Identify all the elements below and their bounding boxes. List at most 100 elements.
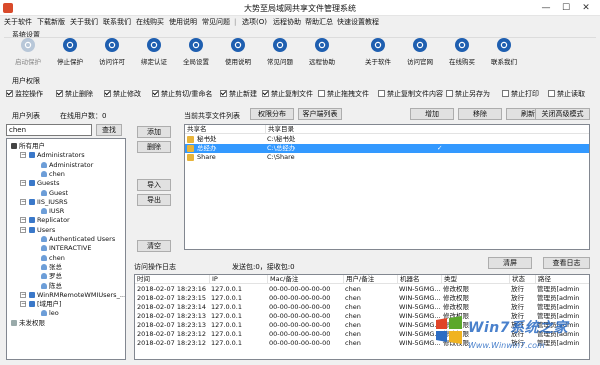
tree-expander-icon[interactable]: − [20,291,26,298]
export-button[interactable]: 导出 [137,194,171,206]
log-row[interactable]: 2018-02-07 18:23:13 127.0.0.1 00-00-00-00-… [135,312,589,321]
tree-node[interactable]: 未发权限 [11,319,45,327]
share-name-column-header[interactable]: 共享名 [185,125,265,134]
tree-node[interactable]: IUSR [41,207,64,215]
permission-checkbox[interactable]: 禁止删除 [56,89,93,99]
menu-download[interactable]: 下载新版 [37,17,65,27]
permission-checkbox[interactable]: 监控操作 [6,89,43,99]
tree-node[interactable]: 所有用户 [11,142,45,150]
log-col-machine[interactable]: 机器名 [397,275,441,284]
toolbar-remote-button[interactable]: 远程协助 [302,38,342,72]
permission-checkbox[interactable]: 禁止另存为 [446,89,490,99]
toolbar-play-button[interactable]: 启动保护 [8,38,48,72]
tree-expander-icon[interactable]: − [20,180,26,187]
clear-users-button[interactable]: 清空 [137,240,171,252]
share-row[interactable]: 总经办 C:\总经办 ✓ [185,144,589,153]
checkbox-box[interactable] [378,90,385,97]
remove-share-button[interactable]: 移除 [458,108,502,120]
menu-buy-online[interactable]: 在线购买 [136,17,164,27]
log-col-ip[interactable]: IP [209,275,267,284]
access-log-table[interactable]: 时间 IP Mac/备注 用户/备注 机器名 类型 状态 路径 2018-02-… [134,274,590,360]
permission-checkbox[interactable]: 禁止剪切/重命名 [152,89,212,99]
checkbox-box[interactable] [220,90,227,97]
tree-node[interactable]: 张总 [41,263,62,271]
menu-remote-assist[interactable]: 远程协助 [273,17,301,27]
share-list[interactable]: 共享名 共享目录 秘书处 C:\秘书处 总经办 C:\总经办 ✓ Share C:\Shar… [184,124,590,250]
menu-instructions[interactable]: 使用说明 [169,17,197,27]
import-button[interactable]: 导入 [137,179,171,191]
tree-node[interactable]: Administrator [41,161,93,169]
delete-user-button[interactable]: 删除 [137,141,171,153]
checkbox-box[interactable] [104,90,111,97]
tree-node[interactable]: chen [41,170,65,178]
user-tree[interactable]: 所有用户 Administrators − Administrator chen Gues… [6,138,126,360]
log-row[interactable]: 2018-02-07 18:23:12 127.0.0.1 00-00-00-00-… [135,330,589,339]
tree-node[interactable]: 罗总 [41,272,62,280]
add-share-button[interactable]: 增加 [410,108,454,120]
user-search-input[interactable]: chen [6,124,92,136]
checkbox-box[interactable] [56,90,63,97]
log-row[interactable]: 2018-02-07 18:23:13 127.0.0.1 00-00-00-00-… [135,321,589,330]
log-col-mac[interactable]: Mac/备注 [267,275,343,284]
menu-options[interactable]: 选项(O) [242,17,267,27]
checkbox-box[interactable] [262,90,269,97]
log-col-user[interactable]: 用户/备注 [343,275,397,284]
tree-node[interactable]: Authenticated Users [41,235,115,243]
checkbox-box[interactable] [6,90,13,97]
permission-checkbox[interactable]: 禁止复制文件内容 [378,89,443,99]
tree-node[interactable]: WinRMRemoteWMIUsers_... [29,291,125,299]
checkbox-box[interactable] [446,90,453,97]
toolbar-info-button[interactable]: 关于软件 [358,38,398,72]
permission-checkbox[interactable]: 禁止读取 [548,89,585,99]
tree-node[interactable]: Guests [29,179,59,187]
clear-screen-button[interactable]: 清屏 [488,257,532,269]
minimize-button[interactable]: — [540,2,552,14]
add-user-button[interactable]: 添加 [137,126,171,138]
tab-permission-distribution[interactable]: 权限分布 [250,108,294,120]
tree-expander-icon[interactable]: − [20,152,26,159]
checkbox-box[interactable] [152,90,159,97]
tree-node[interactable]: leo [41,309,59,317]
checkbox-box[interactable] [318,90,325,97]
maximize-button[interactable]: ☐ [560,2,572,14]
tree-expander-icon[interactable]: − [20,217,26,224]
checkbox-box[interactable] [502,90,509,97]
checkbox-box[interactable] [548,90,555,97]
log-col-type[interactable]: 类型 [441,275,509,284]
tree-node[interactable]: chen [41,254,65,262]
toolbar-link-button[interactable]: 绑定认证 [134,38,174,72]
tree-node[interactable]: INTERACTIVE [41,244,91,252]
toolbar-book-button[interactable]: 使用说明 [218,38,258,72]
close-advanced-mode-button[interactable]: 关闭高级模式 [535,108,590,120]
toolbar-globe-button[interactable]: 访问官网 [400,38,440,72]
view-log-button[interactable]: 查看日志 [543,257,590,269]
permission-checkbox[interactable]: 禁止新建 [220,89,257,99]
toolbar-gear-button[interactable]: 全局设置 [176,38,216,72]
close-button[interactable]: ✕ [580,2,592,14]
tree-node[interactable]: Administrators [29,151,85,159]
tree-node[interactable]: Guest [41,189,68,197]
permission-checkbox[interactable]: 禁止复制文件 [262,89,313,99]
share-row[interactable]: Share C:\Share [185,153,589,162]
log-row[interactable]: 2018-02-07 18:23:15 127.0.0.1 00-00-00-00-… [135,294,589,303]
tab-client-list[interactable]: 客户端列表 [298,108,342,120]
tree-expander-icon[interactable]: − [20,198,26,205]
tree-node[interactable]: IIS_IUSRS [29,198,68,206]
tree-expander-icon[interactable]: − [20,226,26,233]
tree-node[interactable]: Replicator [29,216,70,224]
tree-node[interactable]: [域用户] [29,300,62,308]
tree-node[interactable]: Users [29,226,55,234]
share-row[interactable]: 秘书处 C:\秘书处 [185,135,589,144]
toolbar-pause-button[interactable]: 停止保护 [50,38,90,72]
toolbar-key-button[interactable]: 访问许可 [92,38,132,72]
log-col-time[interactable]: 时间 [135,275,209,284]
menu-contact[interactable]: 联系我们 [103,17,131,27]
menu-about-software[interactable]: 关于软件 [4,17,32,27]
share-dir-column-header[interactable]: 共享目录 [265,125,445,134]
tree-node[interactable]: 陈总 [41,282,62,290]
permission-checkbox[interactable]: 禁止打印 [502,89,539,99]
find-button[interactable]: 查找 [96,124,122,136]
toolbar-cart-button[interactable]: 在线购买 [442,38,482,72]
permission-checkbox[interactable]: 禁止拖拽文件 [318,89,369,99]
permission-checkbox[interactable]: 禁止修改 [104,89,141,99]
